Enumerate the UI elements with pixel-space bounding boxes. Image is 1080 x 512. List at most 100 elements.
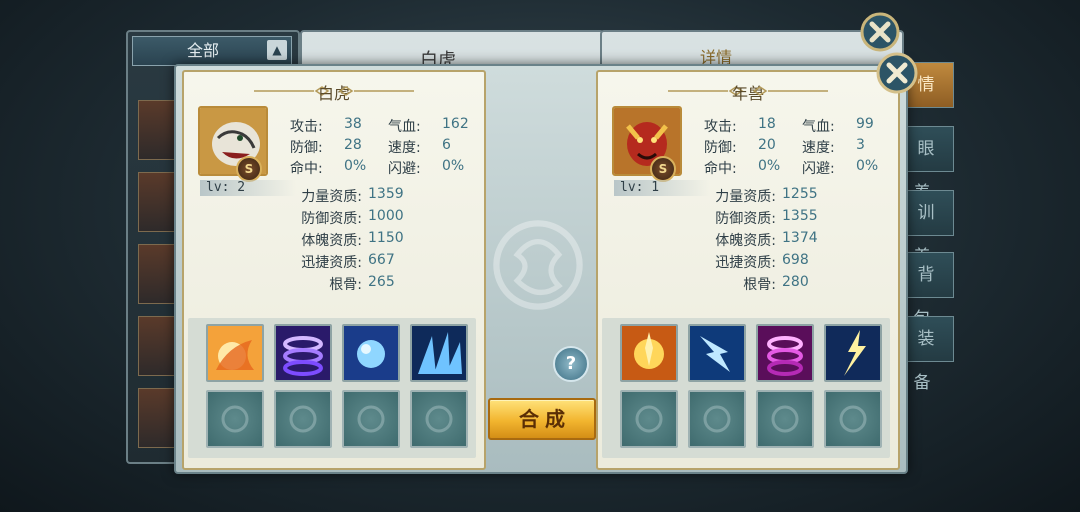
aptitude-value: 280 (782, 274, 809, 290)
lotus-watermark-icon (425, 405, 453, 433)
aptitude-row: 体魄资质: 1150 (284, 230, 474, 252)
stat-value: 0% (344, 158, 367, 174)
stat-value: 0% (442, 158, 465, 174)
combine-button[interactable]: 合成 (488, 398, 596, 440)
rank-badge: S (650, 156, 676, 182)
skill-slot[interactable] (410, 324, 468, 382)
stat-value: 20 (758, 137, 776, 153)
empty-skill-slot[interactable] (342, 390, 400, 448)
stat-row: 命中: 0% 闪避: 0% (704, 158, 894, 179)
stat-label: 攻击: (290, 119, 323, 135)
aptitude-value: 265 (368, 274, 395, 290)
skill-grid (602, 318, 890, 458)
stat-value: 38 (344, 116, 362, 132)
aptitude-value: 1255 (782, 186, 818, 202)
ornament-icon (752, 86, 828, 96)
aptitude-value: 1355 (782, 208, 818, 224)
lotus-watermark-icon (703, 405, 731, 433)
aptitude-label: 力量资质: (715, 189, 776, 205)
stat-value: 28 (344, 137, 362, 153)
skill-slot[interactable] (620, 324, 678, 382)
stat-value: 99 (856, 116, 874, 132)
stat-label: 气血: (802, 119, 835, 135)
skill-slot[interactable] (824, 324, 882, 382)
empty-skill-slot[interactable] (206, 390, 264, 448)
aptitude-label: 根骨: (329, 277, 362, 293)
aptitude-value: 1000 (368, 208, 404, 224)
help-button[interactable]: ? (553, 346, 589, 382)
empty-skill-slot[interactable] (756, 390, 814, 448)
empty-skill-slot[interactable] (824, 390, 882, 448)
aptitude-row: 根骨: 280 (698, 274, 888, 296)
empty-skill-slot[interactable] (274, 390, 332, 448)
aptitude-row: 根骨: 265 (284, 274, 474, 296)
aptitude-label: 体魄资质: (301, 233, 362, 249)
aptitude-value: 698 (782, 252, 809, 268)
aptitude-row: 迅捷资质: 698 (698, 252, 888, 274)
pet-stats: 攻击: 18 气血: 99 防御: 20 速度: 3 命中: 0% 闪避: 0% (704, 116, 894, 179)
aptitude-value: 1359 (368, 186, 404, 202)
skill-slot[interactable] (688, 324, 746, 382)
empty-skill-slot[interactable] (410, 390, 468, 448)
lotus-watermark-icon (771, 405, 799, 433)
right-pet-card: 年兽 S lv: 1 攻击: 18 气血: 99 防御: 20 速度: 3 命中… (596, 70, 900, 470)
close-icon[interactable] (876, 52, 918, 94)
empty-skill-slot[interactable] (688, 390, 746, 448)
aptitude-label: 迅捷资质: (301, 255, 362, 271)
aptitude-row: 防御资质: 1000 (284, 208, 474, 230)
aptitude-value: 1374 (782, 230, 818, 246)
lotus-watermark-icon (289, 405, 317, 433)
stat-label: 防御: (290, 140, 323, 156)
pet-stats: 攻击: 38 气血: 162 防御: 28 速度: 6 命中: 0% 闪避: 0… (290, 116, 480, 179)
aptitude-label: 体魄资质: (715, 233, 776, 249)
aptitude-row: 迅捷资质: 667 (284, 252, 474, 274)
skill-slot[interactable] (342, 324, 400, 382)
lotus-watermark-icon (839, 405, 867, 433)
filter-dropdown[interactable]: 全部 ▲ (132, 36, 292, 66)
lotus-watermark-icon (357, 405, 385, 433)
close-icon[interactable] (860, 12, 900, 52)
lotus-watermark-icon (221, 405, 249, 433)
stat-row: 命中: 0% 闪避: 0% (290, 158, 480, 179)
empty-skill-slot[interactable] (620, 390, 678, 448)
skill-slot[interactable] (756, 324, 814, 382)
stat-label: 攻击: (704, 119, 737, 135)
stat-label: 闪避: (388, 161, 421, 177)
purple-vortex-skill-icon (276, 326, 330, 380)
golden-flame-skill-icon (622, 326, 676, 380)
aptitude-label: 防御资质: (715, 211, 776, 227)
water-orb-skill-icon (344, 326, 398, 380)
aptitude-row: 力量资质: 1255 (698, 186, 888, 208)
aptitude-row: 力量资质: 1359 (284, 186, 474, 208)
filter-label: 全部 (187, 41, 220, 60)
stat-value: 18 (758, 116, 776, 132)
left-pet-card: 白虎 S lv: 2 攻击: 38 气血: 162 防御: 28 速度: 6 命… (182, 70, 486, 470)
aptitude-row: 防御资质: 1355 (698, 208, 888, 230)
ornament-icon (338, 86, 414, 96)
chevron-up-icon[interactable]: ▲ (267, 40, 287, 60)
stat-row: 攻击: 18 气血: 99 (704, 116, 894, 137)
stat-row: 攻击: 38 气血: 162 (290, 116, 480, 137)
aptitude-label: 迅捷资质: (715, 255, 776, 271)
fire-beast-skill-icon (208, 326, 262, 380)
aptitude-label: 根骨: (743, 277, 776, 293)
pet-level: lv: 2 (200, 180, 296, 196)
skill-grid (188, 318, 476, 458)
pet-aptitudes: 力量资质: 1255 防御资质: 1355 体魄资质: 1374 迅捷资质: 6… (698, 186, 888, 296)
aptitude-value: 1150 (368, 230, 404, 246)
skill-slot[interactable] (274, 324, 332, 382)
stat-value: 0% (758, 158, 781, 174)
aptitude-value: 667 (368, 252, 395, 268)
stat-row: 防御: 28 速度: 6 (290, 137, 480, 158)
stat-label: 防御: (704, 140, 737, 156)
stat-label: 命中: (290, 161, 323, 177)
skill-slot[interactable] (206, 324, 264, 382)
lightning-skill-icon (690, 326, 744, 380)
aptitude-label: 力量资质: (301, 189, 362, 205)
stat-label: 闪避: (802, 161, 835, 177)
dragon-emblem-icon (493, 220, 583, 310)
ice-spikes-skill-icon (412, 326, 466, 380)
stat-row: 防御: 20 速度: 3 (704, 137, 894, 158)
pet-level: lv: 1 (614, 180, 710, 196)
stat-value: 0% (856, 158, 879, 174)
